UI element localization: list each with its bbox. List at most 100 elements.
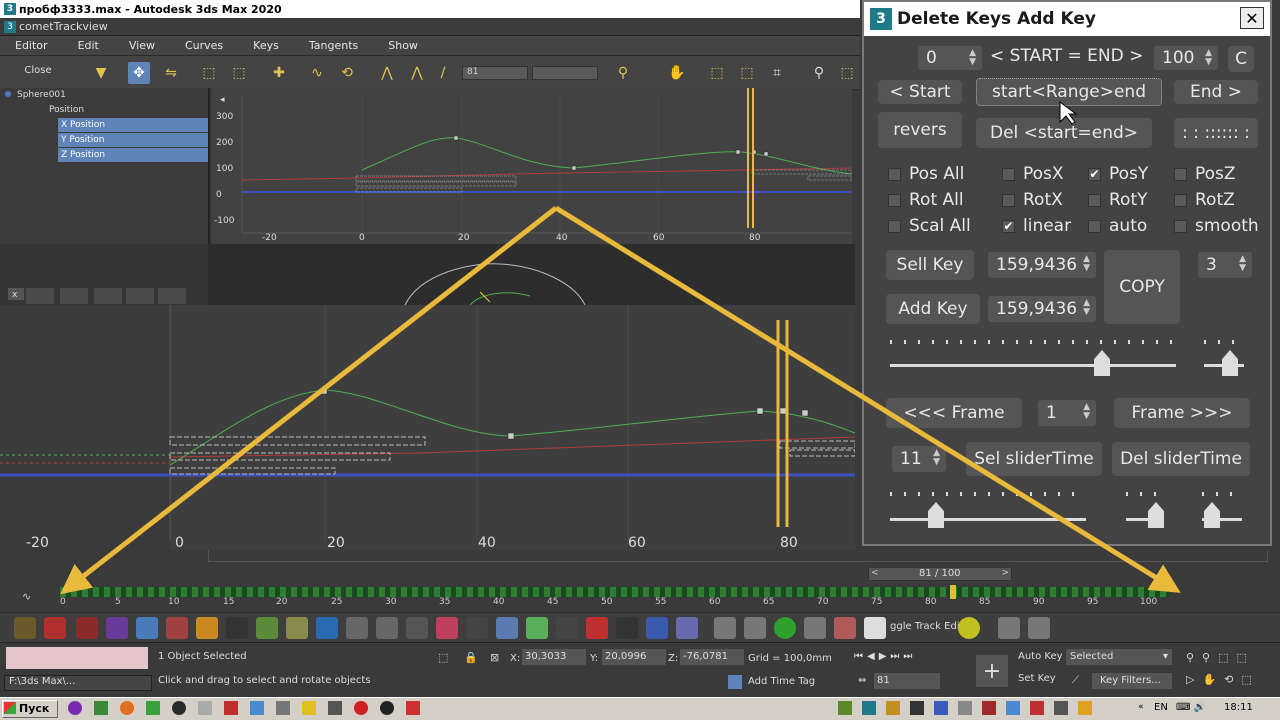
checkbox-box[interactable] bbox=[1174, 193, 1187, 207]
y-coord-field[interactable]: 20,0996 bbox=[602, 649, 666, 665]
align-icon[interactable] bbox=[714, 617, 736, 639]
small-slider-thumb[interactable] bbox=[1222, 350, 1238, 376]
tree-item-y-position[interactable]: Y Position bbox=[58, 133, 208, 147]
zoom-region-icon[interactable]: ⬚ bbox=[836, 62, 858, 84]
app-icon[interactable] bbox=[146, 701, 160, 715]
tree-item-x-position[interactable]: X Position bbox=[58, 118, 208, 132]
curve-editor-toggle-icon[interactable]: ∿ bbox=[22, 590, 31, 603]
spinner-arrows-icon[interactable]: ▲ ▼ bbox=[1083, 299, 1090, 317]
transform-mode-icon[interactable]: ⊠ bbox=[490, 651, 499, 664]
set-key-button[interactable]: Set Key bbox=[1018, 673, 1056, 684]
slider-prev-icon[interactable]: < bbox=[871, 568, 879, 578]
add-key-spinner[interactable]: 159,9436 ▲ ▼ bbox=[988, 296, 1096, 322]
dots-button[interactable]: : : :::::: : bbox=[1174, 118, 1258, 148]
draw-curves-icon[interactable]: ∿ bbox=[306, 62, 328, 84]
add-keys-icon[interactable]: ✚ bbox=[268, 62, 290, 84]
checkbox-scal-all[interactable]: Scal All bbox=[888, 216, 971, 236]
tray-app-icon[interactable] bbox=[1054, 701, 1068, 715]
checkbox-box[interactable] bbox=[1174, 219, 1187, 233]
close-button[interactable]: Close bbox=[8, 65, 68, 81]
app-icon[interactable] bbox=[68, 701, 82, 715]
checkbox-box[interactable] bbox=[1174, 167, 1187, 181]
filter-icon[interactable]: ▼ bbox=[90, 62, 112, 84]
language-indicator[interactable]: EN bbox=[1154, 702, 1168, 713]
sel-key-button[interactable]: Sell Key bbox=[886, 250, 974, 280]
app-icon[interactable] bbox=[328, 701, 342, 715]
table-icon[interactable] bbox=[376, 617, 398, 639]
app-icon[interactable] bbox=[224, 701, 238, 715]
donut-icon[interactable] bbox=[226, 617, 248, 639]
pan-hand-icon[interactable]: ✋ bbox=[666, 62, 688, 84]
red-box-icon[interactable] bbox=[586, 617, 608, 639]
scale-values-icon[interactable]: ⬚ bbox=[228, 62, 250, 84]
spinner-arrows-icon[interactable]: ▲ ▼ bbox=[1083, 255, 1090, 273]
curve-graph-bottom[interactable]: -20 0 20 40 60 80 bbox=[0, 305, 856, 551]
end-frame-spinner[interactable]: 100 ▲ ▼ bbox=[1154, 46, 1218, 70]
path-field[interactable]: F:\3ds Max\... bbox=[4, 675, 152, 691]
viewport-strip[interactable]: x bbox=[0, 244, 855, 306]
spinner-arrows-icon[interactable]: ▲ ▼ bbox=[1239, 255, 1246, 273]
maxscript-listener[interactable] bbox=[6, 647, 148, 669]
sel-key-spinner[interactable]: 159,9436 ▲ ▼ bbox=[988, 252, 1096, 278]
copy-button[interactable]: COPY bbox=[1104, 250, 1180, 324]
viewport-nav-icons-2[interactable]: ▷✋⟲⬚ bbox=[1186, 673, 1260, 686]
slider-next-icon[interactable]: > bbox=[1001, 568, 1009, 578]
curve-tool-icon[interactable] bbox=[526, 617, 548, 639]
slide-keys-icon[interactable]: ⇋ bbox=[160, 62, 182, 84]
time-slider[interactable]: < 81 / 100 > bbox=[868, 567, 1012, 581]
app-icon[interactable] bbox=[198, 701, 212, 715]
sphere-tool-icon[interactable] bbox=[496, 617, 518, 639]
reduce-keys-icon[interactable]: ⟲ bbox=[336, 62, 358, 84]
c-button[interactable]: C bbox=[1228, 46, 1254, 72]
time-slider-thumb[interactable] bbox=[928, 502, 944, 528]
menu-editor[interactable]: Editor bbox=[0, 39, 63, 52]
timeline[interactable]: < 81 / 100 > ∿ 0 5 10 15 20 25 30 35 40 … bbox=[0, 565, 1280, 613]
black-box-icon[interactable] bbox=[556, 617, 578, 639]
curve-graph-top[interactable]: ◂ 300 200 100 0 -100 -20 0 20 40 60 80 bbox=[212, 88, 853, 244]
checkbox-box[interactable] bbox=[888, 219, 901, 233]
frame-field[interactable]: 81 bbox=[462, 66, 528, 80]
start-frame-spinner[interactable]: 0 ▲ ▼ bbox=[918, 46, 982, 70]
checkmark-icon[interactable]: ✔ bbox=[1088, 167, 1101, 181]
checkbox-roty[interactable]: RotY bbox=[1088, 190, 1148, 210]
key-set-dropdown[interactable]: Selected ▾ bbox=[1066, 649, 1172, 665]
tray-app-icon[interactable] bbox=[838, 701, 852, 715]
checkbox-box[interactable] bbox=[1088, 219, 1101, 233]
normalize-icon[interactable]: ⌗ bbox=[766, 62, 788, 84]
close-icon[interactable]: ✕ bbox=[1240, 7, 1264, 29]
z-coord-field[interactable]: -76,0781 bbox=[680, 649, 744, 665]
time-tag-icon[interactable] bbox=[728, 675, 742, 689]
current-frame-field[interactable]: 81 bbox=[874, 673, 940, 689]
tangent-custom-icon[interactable]: ⋀ bbox=[406, 62, 428, 84]
tangent-fast-icon[interactable]: ∕ bbox=[432, 62, 454, 84]
tree-item-z-position[interactable]: Z Position bbox=[58, 148, 208, 162]
checkbox-posz[interactable]: PosZ bbox=[1174, 164, 1236, 184]
rainbow-icon[interactable] bbox=[958, 617, 980, 639]
copy-count-spinner[interactable]: 3 ▲ ▼ bbox=[1198, 252, 1252, 278]
app-icon[interactable] bbox=[172, 701, 186, 715]
x-coord-field[interactable]: 30,3033 bbox=[522, 649, 586, 665]
key-slider[interactable] bbox=[890, 364, 1176, 367]
checkbox-box[interactable] bbox=[1002, 193, 1015, 207]
spinner-arrows-icon[interactable]: ▲ ▼ bbox=[1083, 403, 1090, 421]
menu-keys[interactable]: Keys bbox=[238, 39, 294, 52]
tray-app-icon[interactable] bbox=[1078, 701, 1092, 715]
start-button[interactable]: < Start bbox=[878, 80, 962, 104]
add-time-tag[interactable]: Add Time Tag bbox=[748, 676, 815, 687]
modify-icon[interactable] bbox=[44, 617, 66, 639]
zoom-icon[interactable]: ⚲ bbox=[808, 62, 830, 84]
checkbox-box[interactable] bbox=[888, 167, 901, 181]
checkbox-rotx[interactable]: RotX bbox=[1002, 190, 1063, 210]
teapot-icon[interactable] bbox=[166, 617, 188, 639]
list-icon[interactable] bbox=[804, 617, 826, 639]
checkbox-linear[interactable]: ✔ linear bbox=[1002, 216, 1071, 236]
playback-controls[interactable]: ⏮◀▶⏭⏭ bbox=[854, 651, 916, 662]
tree-item-sphere[interactable]: Sphere001 bbox=[5, 88, 208, 102]
tray-app-icon[interactable] bbox=[958, 701, 972, 715]
tray-app-icon[interactable] bbox=[934, 701, 948, 715]
curve-editor-icon[interactable] bbox=[864, 617, 886, 639]
revers-button[interactable]: revers bbox=[878, 112, 962, 148]
panel-icon[interactable] bbox=[998, 617, 1020, 639]
app-icon[interactable] bbox=[406, 701, 420, 715]
spinner-arrows-icon[interactable]: ▲ ▼ bbox=[1205, 49, 1212, 67]
